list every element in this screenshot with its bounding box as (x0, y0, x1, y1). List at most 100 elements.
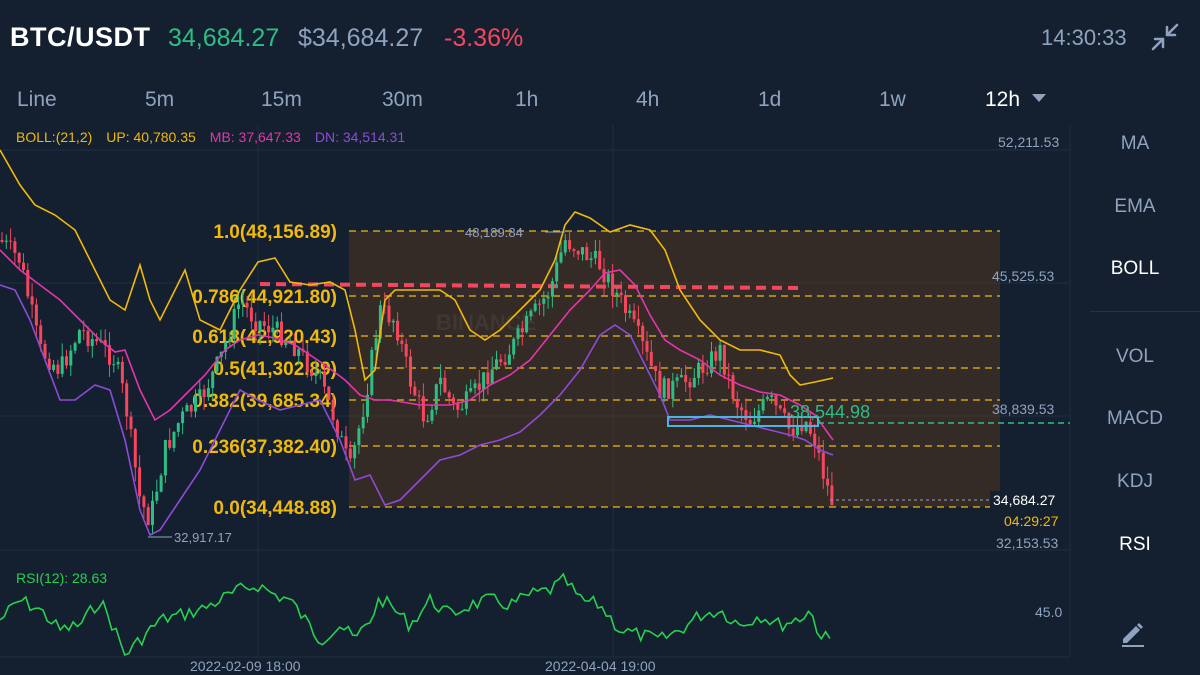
candle-body (606, 273, 610, 283)
candle-body (52, 364, 56, 370)
candle-body (181, 411, 185, 424)
candle-body (421, 396, 425, 422)
candle-body (56, 364, 60, 374)
indicator-ema[interactable]: EMA (1090, 196, 1180, 218)
candle-body (155, 491, 159, 501)
candle-body (482, 372, 486, 390)
candle-body (267, 325, 271, 333)
candle-body (396, 320, 400, 341)
candle-body (288, 340, 292, 342)
candle-body (77, 330, 81, 344)
fib-level-label: 0.236(37,382.40) (192, 437, 337, 458)
candle-body (503, 362, 507, 365)
candle-body (30, 296, 34, 305)
candle-body (189, 405, 193, 412)
candle-body (17, 252, 21, 263)
candle-body (168, 439, 172, 448)
indicator-rsi[interactable]: RSI (1090, 534, 1180, 556)
fib-level-label: 0.0(34,448.88) (213, 498, 337, 519)
candle-body (688, 382, 692, 388)
candle-body (555, 262, 559, 282)
candle-body (112, 364, 116, 366)
candle-body (391, 320, 395, 323)
horizontal-line-price-label: 38,544.98 (790, 402, 870, 422)
candle-body (615, 292, 619, 296)
candle-body (765, 396, 769, 400)
candle-body (22, 262, 25, 270)
indicator-boll[interactable]: BOLL (1090, 258, 1180, 280)
candle-body (563, 240, 567, 253)
candle-body (176, 423, 180, 432)
rsi-level-label: 45.0 (1035, 604, 1062, 620)
candle-body (146, 507, 150, 526)
candle-body (86, 330, 90, 347)
candle-body (486, 372, 490, 385)
candle-body (581, 247, 584, 255)
candle-body (258, 321, 262, 332)
candle-body (460, 408, 464, 410)
time-axis-label: 2022-04-04 19:00 (545, 658, 656, 674)
candle-body (576, 250, 580, 255)
candle-body (645, 341, 649, 352)
candle-body (559, 252, 563, 263)
candle-body (430, 409, 434, 421)
candle-body (374, 338, 378, 351)
candle-body (525, 316, 529, 333)
candle-body (619, 292, 623, 296)
indicator-kdj[interactable]: KDJ (1090, 471, 1180, 493)
candle-body (679, 374, 683, 378)
candle-body (39, 325, 43, 344)
candle-body (82, 330, 86, 332)
candle-body (232, 309, 236, 340)
candle-body (434, 384, 438, 410)
candle-body (649, 351, 653, 366)
candle-body (632, 310, 636, 320)
candle-body (129, 416, 133, 430)
price-axis-label: 32,153.53 (996, 535, 1058, 551)
indicator-ma[interactable]: MA (1090, 133, 1180, 155)
time-axis-label: 2022-02-09 18:00 (190, 658, 301, 674)
candle-body (163, 439, 167, 476)
candle-body (275, 321, 279, 328)
candle-body (490, 369, 494, 385)
candle-body (13, 241, 17, 253)
candle-body (675, 377, 679, 381)
price-axis-label: 52,211.53 (998, 134, 1059, 150)
candle-body (314, 372, 318, 377)
collapse-arrows-icon[interactable] (1150, 22, 1180, 52)
indicator-vol[interactable]: VOL (1090, 346, 1180, 368)
candle-body (538, 303, 541, 305)
candle-body (237, 304, 240, 310)
price-chart[interactable]: 1.0(48,156.89)0.786(44,921.80)0.618(42,9… (0, 0, 1090, 675)
candle-body (722, 344, 726, 375)
candle-body (327, 386, 331, 400)
candle-body (697, 362, 701, 378)
indicator-macd[interactable]: MACD (1090, 408, 1180, 430)
candle-body (73, 343, 77, 351)
candle-body (198, 389, 202, 396)
candle-body (753, 421, 756, 424)
candle-body (142, 496, 146, 508)
candle-body (507, 354, 511, 365)
current-price-tag-value: 34,684.27 (993, 492, 1055, 508)
candle-body (202, 389, 206, 398)
candle-body (292, 340, 296, 356)
candle-body (60, 356, 64, 374)
candle-body (172, 431, 176, 448)
price-axis-label: 45,525.53 (992, 268, 1054, 284)
candle-body (667, 378, 670, 399)
candle-body (568, 240, 572, 250)
pencil-draw-icon[interactable] (1118, 618, 1148, 648)
candle-body (262, 321, 266, 326)
candle-body (546, 296, 550, 299)
fibonacci-zone[interactable] (349, 231, 1000, 507)
candle-body (4, 240, 8, 242)
candle-body (701, 362, 705, 373)
candle-body (95, 339, 99, 342)
candle-body (387, 305, 391, 323)
candle-body (705, 372, 709, 374)
candle-body (735, 399, 739, 408)
candle-body (280, 321, 283, 346)
candle-body (133, 429, 137, 468)
candle-body (550, 281, 554, 297)
